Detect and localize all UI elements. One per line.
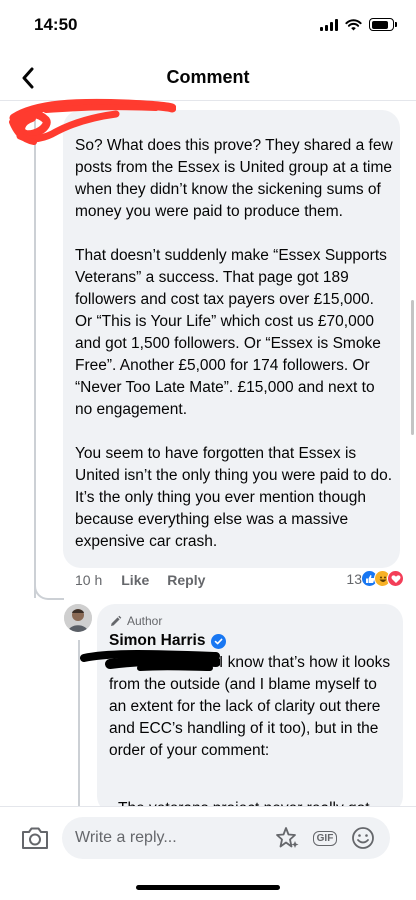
redaction-scribble-red: [9, 98, 176, 145]
gif-icon: GIF: [312, 830, 338, 846]
scrollbar[interactable]: [411, 300, 414, 435]
thread-connector: [34, 570, 64, 600]
cellular-signal-icon: [320, 18, 338, 31]
like-button[interactable]: Like: [121, 572, 149, 588]
page-title: Comment: [166, 67, 250, 87]
emoji-button[interactable]: [350, 825, 376, 851]
comment-text: So? What does this prove? They shared a …: [75, 137, 393, 550]
reaction-count: 13: [346, 570, 362, 587]
gif-button[interactable]: GIF: [312, 825, 338, 851]
reply-text-continued: The veterans project never really got: [118, 798, 388, 806]
nav-bar: Comment: [0, 56, 416, 100]
comment-meta: 10 h Like Reply: [75, 572, 205, 588]
avatar[interactable]: [64, 604, 92, 632]
reply-button[interactable]: Reply: [167, 572, 205, 588]
camera-icon: [22, 827, 48, 849]
status-icons: [320, 18, 397, 31]
wifi-icon: [345, 18, 362, 30]
verified-badge-icon: [211, 633, 227, 649]
reactions-summary[interactable]: 13: [346, 570, 404, 587]
smiley-icon: [352, 827, 374, 849]
avatar-sticker-button[interactable]: [274, 825, 300, 851]
status-bar: 14:50: [0, 0, 416, 52]
composer-icons: GIF: [274, 825, 376, 851]
author-badge: Author: [109, 614, 162, 628]
status-time: 14:50: [34, 15, 78, 34]
sparkle-sticker-icon: [276, 827, 299, 848]
love-icon: [387, 570, 404, 587]
thread-line: [34, 108, 36, 598]
author-badge-label: Author: [127, 614, 163, 628]
pencil-icon: [111, 615, 122, 626]
redaction-scribble-black: [80, 650, 220, 671]
battery-icon: [369, 18, 397, 31]
home-indicator[interactable]: [136, 885, 280, 890]
camera-button[interactable]: [20, 825, 50, 851]
comment-time: 10 h: [75, 572, 103, 588]
